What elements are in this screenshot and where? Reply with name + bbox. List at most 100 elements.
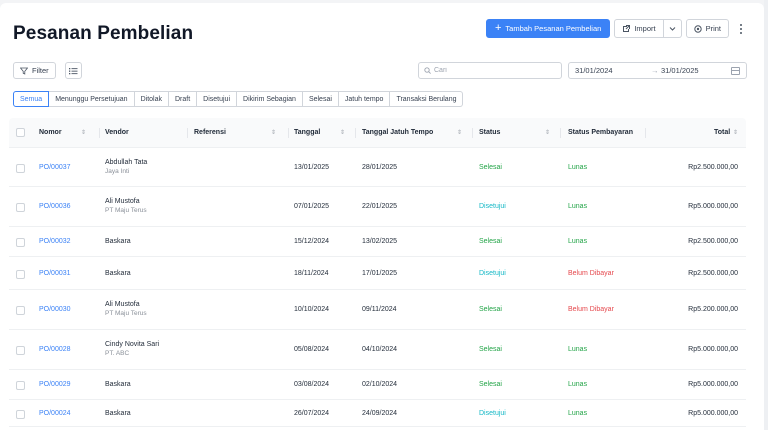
total-amount: Rp5.000.000,00 (688, 410, 738, 417)
payment-status-badge: Lunas (568, 164, 588, 171)
search-icon (424, 67, 431, 74)
column-header-nomor[interactable]: Nomor (39, 118, 62, 148)
column-header-tanggal[interactable]: Tanggal (294, 118, 320, 148)
row-checkbox[interactable] (16, 306, 25, 315)
select-all-checkbox[interactable] (16, 128, 25, 137)
tab-transaksi-berulang[interactable]: Transaksi Berulang (390, 91, 464, 107)
date-range-picker[interactable]: 31/01/2024 → 31/01/2025 (568, 62, 747, 79)
filter-button[interactable]: Filter (13, 62, 56, 79)
status-badge: Selesai (479, 238, 502, 245)
table-row[interactable]: PO/00032 Baskara 15/12/2024 13/02/2025 Seles… (9, 227, 746, 257)
po-number-link[interactable]: PO/00036 (39, 203, 71, 210)
table-row[interactable]: PO/00024 Baskara 26/07/2024 24/09/2024 Diset… (9, 400, 746, 427)
status-badge: Selesai (479, 306, 502, 313)
import-dropdown-button[interactable] (663, 19, 682, 38)
po-number-link[interactable]: PO/00032 (39, 238, 71, 245)
due-date: 04/10/2024 (362, 346, 398, 353)
vendor-cell: Cindy Novita Sari PT. ABC (105, 341, 159, 357)
search-input[interactable] (434, 67, 554, 74)
import-split-button: Import (614, 19, 682, 38)
date-to[interactable]: 31/01/2025 (661, 66, 731, 75)
po-number-link[interactable]: PO/00024 (39, 410, 71, 417)
status-badge: Selesai (479, 381, 502, 388)
import-icon (623, 24, 631, 32)
import-label: Import (634, 24, 656, 33)
po-number-link[interactable]: PO/00031 (39, 270, 71, 277)
due-date: 24/09/2024 (362, 410, 398, 417)
vendor-company: PT Maju Terus (105, 310, 147, 317)
vendor-cell: Abdullah Tata Jaya Inti (105, 159, 147, 175)
vendor-cell: Baskara (105, 381, 131, 388)
total-amount: Rp5.000.000,00 (688, 381, 738, 388)
tab-jatuh-tempo[interactable]: Jatuh tempo (338, 91, 391, 107)
column-header-total[interactable]: Total (714, 118, 730, 148)
kebab-icon[interactable] (736, 19, 746, 38)
table-row[interactable]: PO/00029 Baskara 03/08/2024 02/10/2024 Seles… (9, 370, 746, 400)
column-header-vendor[interactable]: Vendor (105, 118, 129, 148)
vendor-name: Ali Mustofa (105, 301, 140, 308)
import-button[interactable]: Import (614, 19, 664, 38)
column-label-status: Status (479, 129, 501, 136)
vendor-cell: Baskara (105, 270, 131, 277)
vendor-company: PT Maju Terus (105, 207, 147, 214)
tab-menunggu-persetujuan[interactable]: Menunggu Persetujuan (49, 91, 135, 107)
print-label: Print (705, 24, 721, 33)
add-purchase-order-label: Tambah Pesanan Pembelian (505, 24, 602, 33)
add-purchase-order-button[interactable]: + Tambah Pesanan Pembelian (485, 19, 611, 38)
po-number-link[interactable]: PO/00029 (39, 381, 71, 388)
vendor-cell: Baskara (105, 410, 131, 417)
tab-disetujui[interactable]: Disetujui (197, 91, 238, 107)
po-number-link[interactable]: PO/00030 (39, 306, 71, 313)
po-number-link[interactable]: PO/00028 (39, 346, 71, 353)
due-date: 09/11/2024 (362, 306, 397, 313)
tab-selesai[interactable]: Selesai (302, 91, 339, 107)
column-header-status-pembayaran[interactable]: Status Pembayaran (568, 118, 633, 148)
tab-dikirim-sebagian[interactable]: Dikirim Sebagian (237, 91, 303, 107)
table-row[interactable]: PO/00031 Baskara 18/11/2024 17/01/2025 Diset… (9, 257, 746, 290)
status-badge: Selesai (479, 346, 502, 353)
total-amount: Rp2.500.000,00 (688, 164, 738, 171)
row-checkbox[interactable] (16, 410, 25, 419)
column-header-status[interactable]: Status (479, 118, 500, 148)
tab-draft[interactable]: Draft (168, 91, 198, 107)
total-amount: Rp2.500.000,00 (688, 238, 738, 245)
tab-semua[interactable]: Semua (13, 91, 50, 107)
payment-status-badge: Lunas (568, 410, 588, 417)
due-date: 17/01/2025 (362, 270, 398, 277)
due-date: 02/10/2024 (362, 381, 398, 388)
vendor-name: Baskara (105, 381, 131, 388)
list-view-button[interactable] (65, 62, 82, 79)
payment-status-badge: Lunas (568, 238, 588, 245)
vendor-company: Jaya Inti (105, 168, 130, 175)
table-row[interactable]: PO/00030 Ali Mustofa PT Maju Terus 10/10/20… (9, 290, 746, 330)
row-checkbox[interactable] (16, 164, 25, 173)
payment-status-badge: Lunas (568, 346, 588, 353)
order-date: 13/01/2025 (294, 164, 330, 171)
column-header-jatuh-tempo[interactable]: Tanggal Jatuh Tempo (362, 118, 433, 148)
row-checkbox[interactable] (16, 203, 25, 212)
print-button[interactable]: Print (685, 19, 729, 38)
table-row[interactable]: PO/00028 Cindy Novita Sari PT. ABC 05/08/20… (9, 330, 746, 370)
payment-status-badge: Belum Dibayar (568, 306, 614, 313)
po-number-link[interactable]: PO/00037 (39, 164, 71, 171)
total-amount: Rp5.000.000,00 (688, 346, 738, 353)
row-checkbox[interactable] (16, 346, 25, 355)
table-row[interactable]: PO/00037 Abdullah Tata Jaya Inti 13/01/2025… (9, 148, 746, 187)
row-checkbox[interactable] (16, 381, 25, 390)
print-icon (693, 24, 702, 33)
page-title: Pesanan Pembelian (13, 23, 194, 44)
row-checkbox[interactable] (16, 238, 25, 247)
vendor-cell: Ali Mustofa PT Maju Terus (105, 198, 147, 214)
status-badge: Selesai (479, 164, 502, 171)
row-checkbox[interactable] (16, 270, 25, 279)
search-box (418, 62, 562, 79)
column-label-total: Total (714, 129, 731, 136)
order-date: 26/07/2024 (294, 410, 330, 417)
date-from[interactable]: 31/01/2024 (575, 66, 651, 75)
column-header-referensi[interactable]: Referensi (194, 118, 226, 148)
table-row[interactable]: PO/00036 Ali Mustofa PT Maju Terus 07/01/20… (9, 187, 746, 227)
tab-ditolak[interactable]: Ditolak (134, 91, 169, 107)
plus-icon: + (494, 21, 502, 34)
column-label-jatuh-tempo: Tanggal Jatuh Tempo (362, 129, 434, 136)
column-label-referensi: Referensi (194, 129, 226, 136)
